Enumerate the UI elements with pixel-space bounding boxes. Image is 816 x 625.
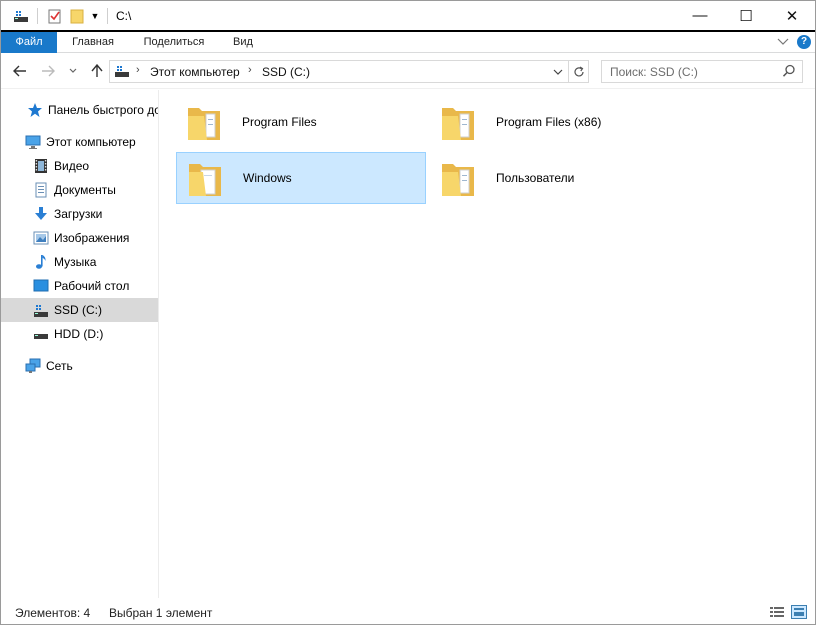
separator <box>107 8 108 24</box>
sidebar-item-label: Видео <box>54 159 90 173</box>
sidebar-item-hdd[interactable]: HDD (D:) <box>1 322 158 346</box>
tab-share[interactable]: Поделиться <box>133 32 215 53</box>
sidebar-item-label: Панель быстрого доступа <box>48 103 158 117</box>
navigation-pane: Панель быстрого доступа Этот компьютер В… <box>1 90 159 598</box>
details-view-icon[interactable] <box>769 605 785 619</box>
new-folder-icon[interactable] <box>67 1 87 31</box>
sidebar-item-documents[interactable]: Документы <box>1 178 158 202</box>
download-icon <box>33 206 49 222</box>
sidebar-item-music[interactable]: Музыка <box>1 250 158 274</box>
help-icon[interactable]: ? <box>796 34 812 50</box>
properties-icon[interactable] <box>45 1 65 31</box>
back-button[interactable] <box>9 61 31 81</box>
chevron-right-icon[interactable]: › <box>248 64 252 76</box>
folder-name: Program Files <box>242 115 317 129</box>
search-box[interactable] <box>601 60 803 83</box>
desktop-icon <box>33 278 49 294</box>
search-input[interactable] <box>610 64 775 80</box>
separator <box>37 8 38 24</box>
folder-icon <box>187 158 223 198</box>
sidebar-item-videos[interactable]: Видео <box>1 154 158 178</box>
sidebar-item-ssd[interactable]: SSD (C:) <box>1 298 158 322</box>
sidebar-item-label: Загрузки <box>54 207 103 221</box>
music-icon <box>33 254 49 270</box>
folder-icon <box>186 102 222 142</box>
maximize-button[interactable]: ☐ <box>723 1 769 30</box>
breadcrumb-this-pc[interactable]: Этот компьютер <box>150 65 240 79</box>
folder-item-program-files-x86[interactable]: Program Files (x86) <box>430 96 680 148</box>
up-button[interactable] <box>87 61 107 81</box>
sidebar-item-label: Изображения <box>54 231 130 245</box>
item-count: Элементов: 4 <box>15 606 91 620</box>
tab-home[interactable]: Главная <box>61 32 125 53</box>
network-icon <box>25 358 41 374</box>
image-icon <box>33 230 49 246</box>
folder-item-windows[interactable]: Windows <box>176 152 426 204</box>
sidebar-item-desktop[interactable]: Рабочий стол <box>1 274 158 298</box>
folder-item-program-files[interactable]: Program Files <box>176 96 426 148</box>
star-icon <box>27 102 43 118</box>
video-icon <box>33 158 49 174</box>
file-list: Program Files Program Files (x86) Window… <box>160 90 815 598</box>
sidebar-item-pictures[interactable]: Изображения <box>1 226 158 250</box>
folder-icon <box>440 158 476 198</box>
refresh-button[interactable] <box>568 61 588 82</box>
sidebar-item-label: SSD (C:) <box>54 303 102 317</box>
sidebar-item-label: HDD (D:) <box>54 327 104 341</box>
address-bar[interactable]: › Этот компьютер › SSD (C:) <box>109 60 589 83</box>
status-bar: Элементов: 4 Выбран 1 элемент <box>1 599 815 624</box>
search-icon[interactable] <box>782 64 796 78</box>
breadcrumb-ssd[interactable]: SSD (C:) <box>262 65 310 79</box>
hdd-drive-icon <box>33 326 49 342</box>
folder-name: Program Files (x86) <box>496 115 602 129</box>
sidebar-item-network[interactable]: Сеть <box>1 354 158 378</box>
folder-name: Windows <box>243 171 292 185</box>
tab-file[interactable]: Файл <box>1 32 57 53</box>
document-icon <box>33 182 49 198</box>
folder-name: Пользователи <box>496 171 575 185</box>
navigation-bar: › Этот компьютер › SSD (C:) <box>1 53 815 89</box>
computer-icon <box>25 134 41 150</box>
explorer-window: ▼ C:\ — ☐ ✕ Файл Главная Поделиться Вид … <box>0 0 816 625</box>
title-bar: ▼ C:\ — ☐ ✕ <box>1 1 815 31</box>
sidebar-item-this-pc[interactable]: Этот компьютер <box>1 130 158 154</box>
address-dropdown-icon[interactable] <box>550 61 566 82</box>
ssd-drive-icon <box>33 302 49 318</box>
chevron-right-icon[interactable]: › <box>136 64 140 76</box>
tab-view[interactable]: Вид <box>223 32 263 53</box>
folder-icon <box>440 102 476 142</box>
sidebar-item-label: Документы <box>54 183 116 197</box>
sidebar-item-label: Музыка <box>54 255 97 269</box>
sidebar-item-label: Сеть <box>46 359 73 373</box>
drive-icon <box>114 64 130 81</box>
sidebar-item-label: Этот компьютер <box>46 135 136 149</box>
window-title: C:\ <box>116 9 132 23</box>
drive-app-icon[interactable] <box>11 1 31 31</box>
sidebar-item-quick-access[interactable]: Панель быстрого доступа <box>1 98 158 122</box>
tiles-view-icon[interactable] <box>791 605 807 619</box>
forward-button[interactable] <box>37 61 59 81</box>
selection-count: Выбран 1 элемент <box>109 606 213 620</box>
close-button[interactable]: ✕ <box>769 1 815 30</box>
folder-item-users[interactable]: Пользователи <box>430 152 680 204</box>
sidebar-item-label: Рабочий стол <box>54 279 130 293</box>
sidebar-item-downloads[interactable]: Загрузки <box>1 202 158 226</box>
recent-locations-icon[interactable] <box>65 61 81 81</box>
ribbon-tabs: Файл Главная Поделиться Вид ? <box>1 32 815 53</box>
expand-ribbon-icon[interactable] <box>775 34 791 50</box>
customize-toolbar-icon[interactable]: ▼ <box>87 1 103 31</box>
minimize-button[interactable]: — <box>677 1 723 30</box>
